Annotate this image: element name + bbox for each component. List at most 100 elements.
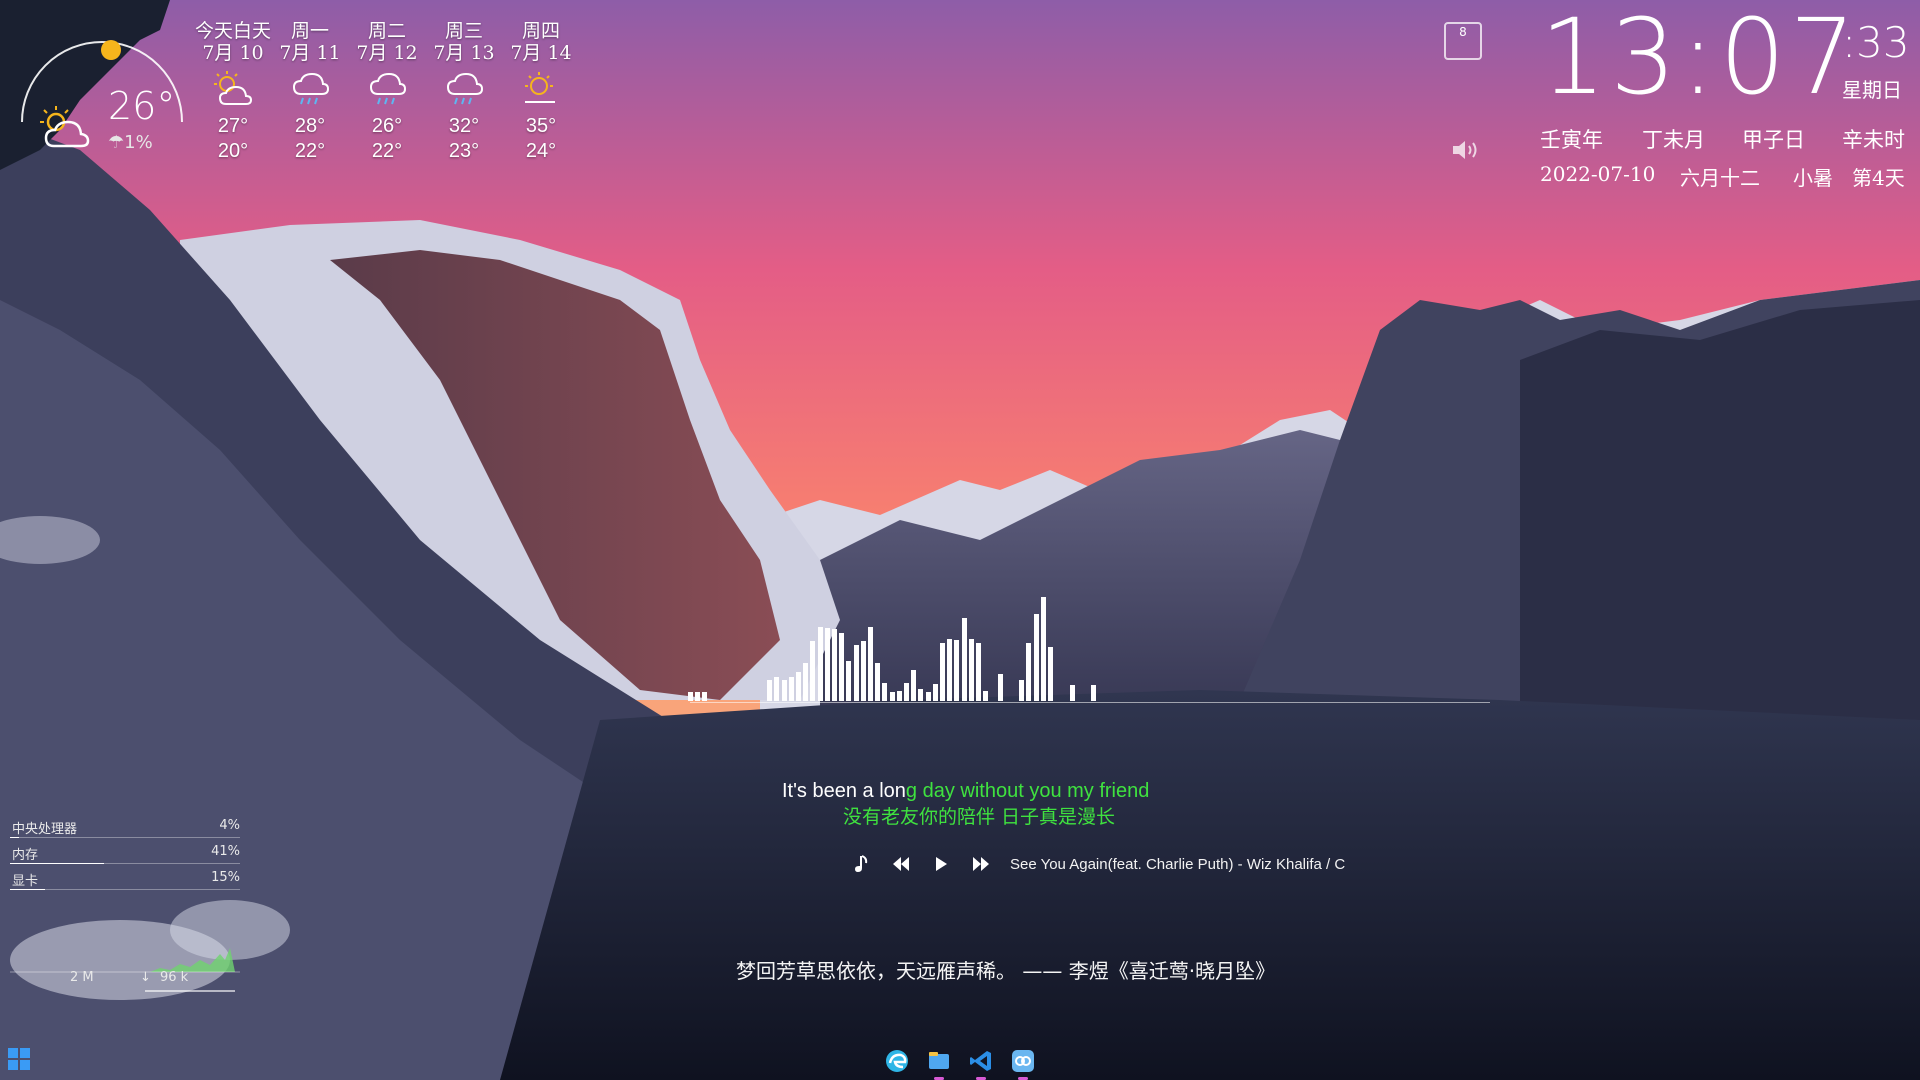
monitor-fill <box>10 837 20 838</box>
monitor-label: 中央处理器 <box>12 822 78 837</box>
forecast-day: 周一 7月 11 28° 22° <box>270 20 350 164</box>
monitor-row-memory: 内存 41% <box>10 844 240 870</box>
forecast-day: 周四 7月 14 35° 24° <box>501 20 581 164</box>
spectrum-bar <box>853 644 859 701</box>
forecast-day-date: 7月 13 <box>433 42 495 64</box>
forecast-day: 今天白天 7月 10 27° 20° <box>193 20 273 164</box>
spectrum-bar <box>868 627 873 701</box>
spectrum-bar <box>947 638 953 701</box>
monitor-label: 内存 <box>12 848 39 863</box>
partly-sunny-icon <box>193 70 273 114</box>
rain-cloud-icon <box>424 70 504 114</box>
forecast-low: 24° <box>525 140 557 162</box>
current-temperature: 26° <box>108 84 176 128</box>
forecast-day-name: 周二 <box>367 20 406 42</box>
clock-time: 13:07 <box>1540 0 1860 118</box>
forecast-low: 22° <box>294 140 326 162</box>
poem-quote: 梦回芳草思依依，天远雁声稀。 —— 李煜《喜迁莺·晓月坠》 <box>736 959 1276 983</box>
spectrum-bar <box>875 662 881 701</box>
spectrum-bar <box>767 680 773 701</box>
ganzhi-year: 壬寅年 <box>1540 128 1603 152</box>
monitor-label: 显卡 <box>12 874 39 889</box>
windows-logo-tile <box>8 1060 18 1070</box>
monitor-track <box>10 837 240 838</box>
monitor-fill <box>10 889 45 890</box>
ganzhi-hour: 辛未时 <box>1842 128 1905 152</box>
spectrum-bar <box>925 691 931 701</box>
forecast-low: 22° <box>371 140 403 162</box>
ganzhi-month: 丁未月 <box>1642 128 1705 152</box>
spectrum-bar <box>983 690 989 701</box>
edge-icon[interactable] <box>884 1048 910 1074</box>
forecast-day-name: 周四 <box>521 20 560 42</box>
weather-widget: 26° ☂1% 今天白天 7月 10 27° 20° 周一 7月 11 28° … <box>0 0 600 180</box>
previous-track-button[interactable] <box>890 853 912 875</box>
spectrum-bar <box>882 683 888 701</box>
spectrum-bar <box>1026 642 1032 701</box>
forecast-high: 35° <box>525 115 557 137</box>
spectrum-bar <box>796 671 801 701</box>
spectrum-bar <box>961 617 967 701</box>
monitor-value: 4% <box>219 818 240 833</box>
lyric-translation: 没有老友你的陪伴 日子真是漫长 <box>843 806 1116 828</box>
lyric-line: It's been a long day without you my frie… <box>782 780 1149 803</box>
rain-value: 1% <box>124 132 153 153</box>
forecast-day-name: 周三 <box>444 20 483 42</box>
forecast-high: 28° <box>294 115 326 137</box>
spectrum-bar <box>803 662 809 701</box>
spectrum-bar <box>954 639 960 701</box>
spectrum-bar <box>932 684 938 701</box>
current-rain-chance: ☂1% <box>108 132 153 153</box>
download-arrow-icon: ↓ <box>140 970 151 985</box>
spectrum-bar <box>781 680 787 701</box>
upload-speed: 2 M <box>70 970 94 985</box>
monitor-fill <box>10 863 105 864</box>
download-speed: 96 k <box>160 970 189 985</box>
spectrum-bar <box>1033 613 1039 701</box>
monitor-value: 41% <box>211 844 240 859</box>
lyric-sung: It's been a lon <box>782 780 906 802</box>
music-note-icon[interactable] <box>850 853 872 875</box>
spectrum-bar <box>824 628 830 701</box>
file-explorer-icon[interactable] <box>926 1048 952 1080</box>
forecast-day-name: 今天白天 <box>194 20 271 42</box>
spectrum-bar <box>968 638 974 701</box>
rain-cloud-icon <box>347 70 427 114</box>
monitor-row-cpu: 中央处理器 4% <box>10 818 240 844</box>
vscode-icon[interactable] <box>968 1048 994 1080</box>
forecast-day-name: 周一 <box>290 20 329 42</box>
solar-term: 小暑 <box>1793 166 1833 190</box>
start-button[interactable] <box>8 1048 30 1070</box>
forecast-low: 20° <box>217 140 249 162</box>
monitor-track <box>10 889 240 890</box>
next-track-button[interactable] <box>970 853 992 875</box>
monitor-row-gpu: 显卡 15% <box>10 870 240 896</box>
app-icon[interactable] <box>1010 1048 1036 1080</box>
spectrum-bar <box>860 640 866 701</box>
spectrum-bar <box>997 673 1003 701</box>
calendar-day: 8 <box>1459 25 1467 39</box>
spectrum-bar <box>1019 680 1025 701</box>
visualizer-baseline <box>690 702 1490 703</box>
forecast-day-date: 7月 12 <box>356 42 418 64</box>
forecast-high: 26° <box>371 115 403 137</box>
forecast-high: 27° <box>217 115 249 137</box>
ganzhi-day: 甲子日 <box>1742 128 1805 152</box>
lyric-unsung: g day without you my friend <box>905 780 1150 802</box>
spectrum-bar <box>688 691 693 701</box>
spectrum-bar <box>911 669 917 701</box>
forecast-day-date: 7月 14 <box>510 42 572 64</box>
spectrum-bar <box>976 642 981 701</box>
play-button[interactable] <box>930 853 952 875</box>
spectrum-bar <box>839 633 845 701</box>
system-monitor: 中央处理器 4% 内存 41% 显卡 15% <box>10 818 240 896</box>
lunar-date: 六月十二 <box>1680 166 1760 190</box>
spectrum-bar <box>1091 685 1097 701</box>
volume-icon[interactable] <box>1450 138 1482 162</box>
spectrum-bar <box>846 661 852 701</box>
network-divider <box>145 990 235 992</box>
calendar-icon[interactable]: 8 <box>1444 22 1482 60</box>
network-graph <box>10 948 240 973</box>
spectrum-bar <box>1069 685 1075 701</box>
windows-logo-tile <box>20 1048 30 1058</box>
